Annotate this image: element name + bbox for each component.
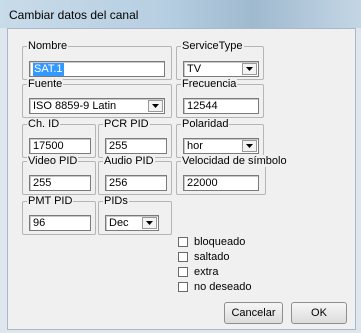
group-pmt-pid: PMT PID 96 (22, 195, 96, 235)
group-ch-id: Ch. ID 17500 (22, 118, 96, 158)
ok-button[interactable]: OK (291, 302, 347, 324)
group-fuente: Fuente ISO 8859-9 Latin (22, 78, 172, 118)
audio-pid-input[interactable]: 256 (105, 175, 167, 191)
cancel-button[interactable]: Cancelar (224, 302, 283, 324)
pmt-pid-label: PMT PID (27, 195, 74, 207)
nombre-input[interactable]: SAT.1 (29, 61, 165, 77)
group-pids: PIDs Dec (98, 195, 172, 235)
servicetype-value: TV (187, 63, 202, 75)
fuente-label: Fuente (27, 78, 64, 90)
ch-id-input[interactable]: 17500 (29, 138, 91, 154)
no-deseado-label: no deseado (194, 281, 252, 293)
fuente-dropdown[interactable]: ISO 8859-9 Latin (29, 98, 165, 114)
frecuencia-input[interactable]: 12544 (183, 98, 259, 114)
saltado-checkbox[interactable] (178, 252, 188, 262)
pids-dropdown[interactable]: Dec (105, 215, 159, 231)
bloqueado-label: bloqueado (194, 236, 246, 248)
polaridad-dropdown[interactable]: hor (183, 138, 259, 154)
group-servicetype: ServiceType TV (176, 40, 264, 80)
group-audio-pid: Audio PID 256 (98, 155, 172, 195)
pcr-pid-value: 255 (109, 140, 128, 152)
video-pid-label: Video PID (27, 155, 79, 167)
polaridad-label: Polaridad (181, 118, 230, 130)
velocidad-value: 22000 (187, 177, 218, 189)
velocidad-label: Velocidad de símbolo (181, 155, 288, 167)
pmt-pid-input[interactable]: 96 (29, 215, 91, 231)
chevron-down-icon[interactable] (242, 63, 257, 75)
pcr-pid-label: PCR PID (103, 118, 150, 130)
title-bar[interactable]: Cambiar datos del canal (0, 0, 361, 28)
ch-id-value: 17500 (33, 140, 64, 152)
pids-value: Dec (109, 217, 129, 229)
dialog-body: Nombre SAT.1 ServiceType TV Fuente ISO 8… (7, 28, 356, 330)
group-nombre: Nombre SAT.1 (22, 40, 172, 80)
polaridad-value: hor (187, 140, 203, 152)
extra-label: extra (194, 266, 219, 278)
chevron-down-icon[interactable] (242, 140, 257, 152)
video-pid-value: 255 (33, 177, 52, 189)
audio-pid-value: 256 (109, 177, 128, 189)
video-pid-input[interactable]: 255 (29, 175, 91, 191)
pcr-pid-input[interactable]: 255 (105, 138, 167, 154)
ch-id-label: Ch. ID (27, 118, 61, 130)
frecuencia-label: Frecuencia (181, 78, 238, 90)
group-polaridad: Polaridad hor (176, 118, 264, 158)
nombre-value: SAT.1 (33, 63, 64, 76)
group-frecuencia: Frecuencia 12544 (176, 78, 264, 118)
saltado-label: saltado (194, 251, 230, 263)
pmt-pid-value: 96 (33, 217, 46, 229)
group-video-pid: Video PID 255 (22, 155, 96, 195)
group-pcr-pid: PCR PID 255 (98, 118, 172, 158)
velocidad-input[interactable]: 22000 (183, 175, 259, 191)
pids-label: PIDs (103, 195, 129, 207)
nombre-label: Nombre (27, 40, 69, 52)
no-deseado-checkbox[interactable] (178, 282, 188, 292)
chevron-down-icon[interactable] (142, 217, 157, 229)
audio-pid-label: Audio PID (103, 155, 155, 167)
servicetype-dropdown[interactable]: TV (183, 61, 259, 77)
fuente-value: ISO 8859-9 Latin (33, 100, 117, 112)
group-velocidad: Velocidad de símbolo 22000 (176, 155, 288, 195)
servicetype-label: ServiceType (181, 40, 244, 52)
window-title: Cambiar datos del canal (9, 8, 139, 22)
extra-checkbox[interactable] (178, 267, 188, 277)
chevron-down-icon[interactable] (148, 100, 163, 112)
frecuencia-value: 12544 (187, 100, 218, 112)
bloqueado-checkbox[interactable] (178, 237, 188, 247)
